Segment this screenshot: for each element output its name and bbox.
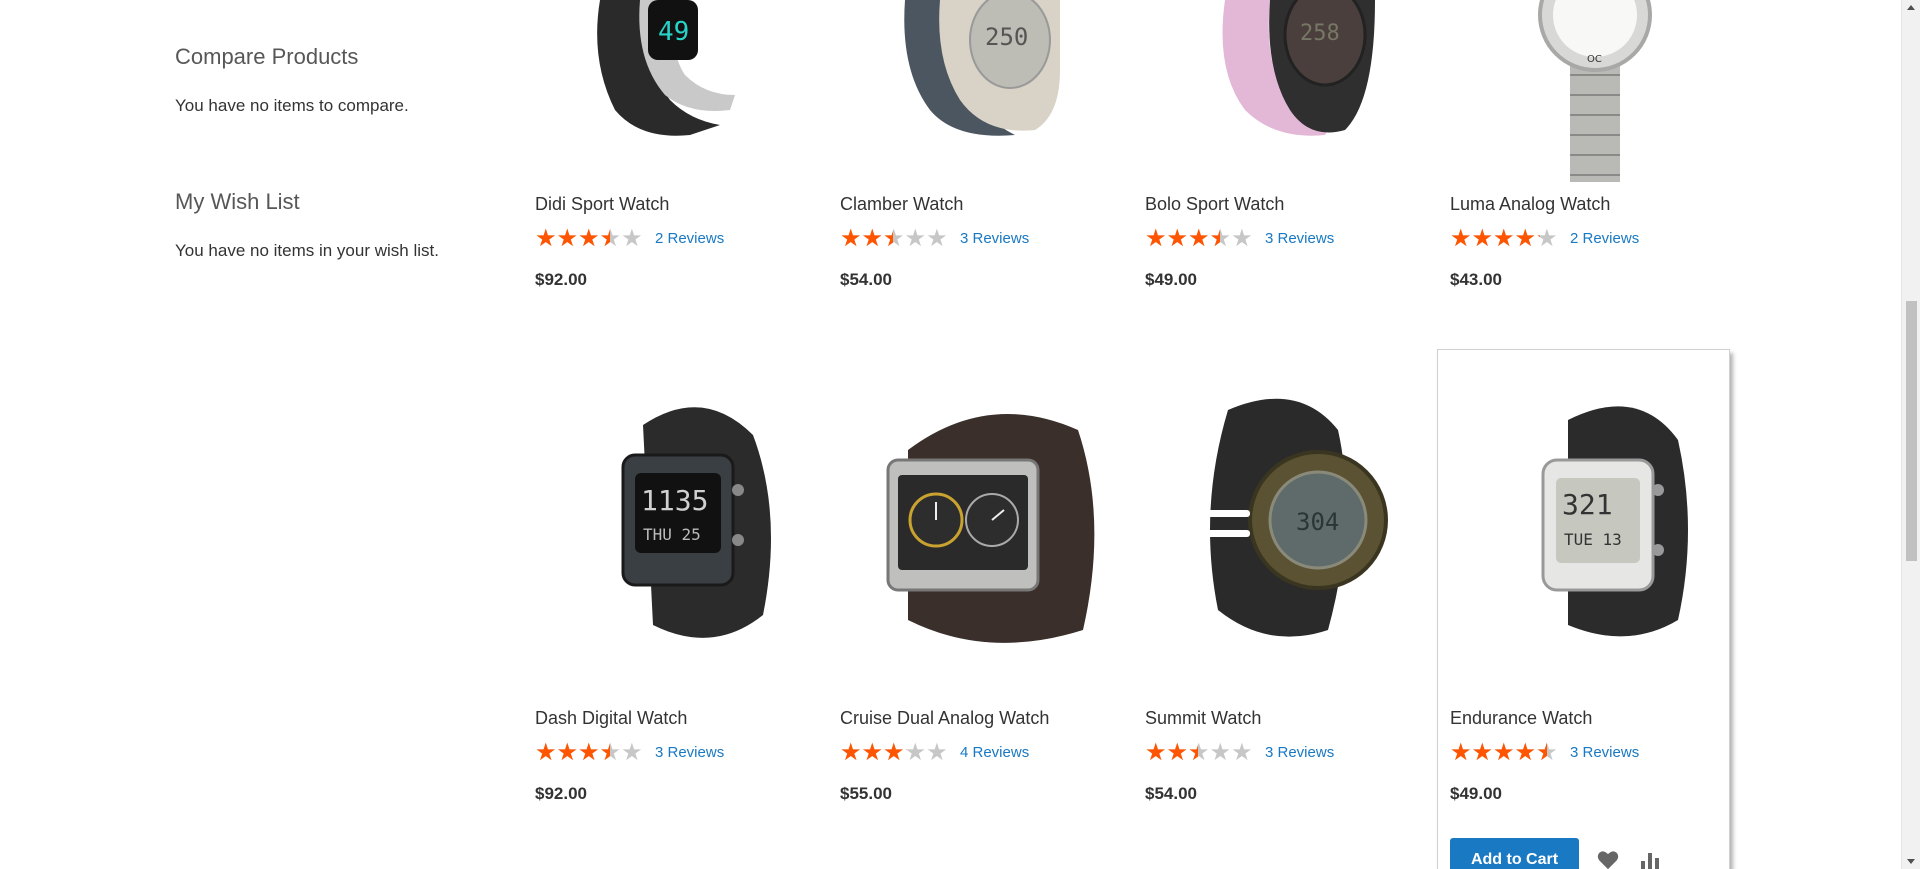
svg-text:250: 250 (985, 23, 1028, 51)
reviews-link[interactable]: 3 Reviews (960, 230, 1029, 247)
product-price: $49.00 (1450, 784, 1502, 803)
reviews-link[interactable]: 3 Reviews (1265, 744, 1334, 761)
product-image[interactable]: 304 (1145, 380, 1440, 660)
svg-text:1135: 1135 (641, 484, 708, 517)
add-to-cart-button[interactable]: Add to Cart (1450, 838, 1579, 869)
scrollbar-thumb[interactable] (1906, 301, 1917, 561)
product-price: $55.00 (840, 784, 892, 803)
svg-text:TUE 13: TUE 13 (1564, 530, 1622, 549)
product-actions: Add to Cart (1450, 838, 1663, 869)
product-rating: ★★★★★ ★★★★★ 2 Reviews (535, 224, 724, 252)
svg-text:THU 25: THU 25 (643, 525, 701, 544)
reviews-link[interactable]: 2 Reviews (1570, 230, 1639, 247)
product-image[interactable]: 250 (840, 0, 1135, 180)
scroll-down-arrow-icon[interactable] (1907, 859, 1915, 864)
bar-chart-icon[interactable] (1637, 847, 1663, 869)
svg-text:OC: OC (1587, 54, 1602, 65)
page-scrollbar[interactable] (1901, 0, 1920, 869)
product-price: $54.00 (840, 270, 892, 289)
product-rating: ★★★★★ ★★★★★ 3 Reviews (1145, 738, 1334, 766)
product-price: $54.00 (1145, 784, 1197, 803)
product-image[interactable]: OC (1450, 0, 1745, 182)
svg-text:321: 321 (1562, 488, 1613, 521)
product-name[interactable]: Cruise Dual Analog Watch (840, 708, 1049, 729)
product-rating: ★★★★★ ★★★★★ 3 Reviews (1450, 738, 1639, 766)
product-image[interactable]: 321 TUE 13 (1450, 380, 1745, 660)
reviews-link[interactable]: 3 Reviews (655, 744, 724, 761)
product-name[interactable]: Luma Analog Watch (1450, 194, 1610, 215)
product-image[interactable]: 1135 THU 25 (535, 380, 830, 660)
reviews-link[interactable]: 2 Reviews (655, 230, 724, 247)
rating-stars: ★★★★★ ★★★★★ (535, 738, 643, 766)
svg-text:49: 49 (658, 17, 689, 47)
heart-icon[interactable] (1595, 847, 1621, 869)
product-price: $92.00 (535, 784, 587, 803)
product-rating: ★★★★★ ★★★★★ 2 Reviews (1450, 224, 1639, 252)
product-image[interactable] (840, 380, 1135, 660)
rating-stars: ★★★★★ ★★★★★ (535, 224, 643, 252)
product-name[interactable]: Didi Sport Watch (535, 194, 669, 215)
product-rating: ★★★★★ ★★★★★ 3 Reviews (535, 738, 724, 766)
product-name[interactable]: Summit Watch (1145, 708, 1261, 729)
product-image[interactable]: 49 (535, 0, 830, 180)
product-price: $43.00 (1450, 270, 1502, 289)
product-price: $49.00 (1145, 270, 1197, 289)
reviews-link[interactable]: 3 Reviews (1265, 230, 1334, 247)
product-name[interactable]: Clamber Watch (840, 194, 963, 215)
product-name[interactable]: Dash Digital Watch (535, 708, 687, 729)
product-rating: ★★★★★ ★★★★★ 3 Reviews (1145, 224, 1334, 252)
svg-text:304: 304 (1296, 508, 1339, 536)
product-grid: 49 Didi Sport Watch ★★★★★ ★★★★★ 2 Review… (0, 0, 1900, 869)
rating-stars: ★★★★★ ★★★★★ (1450, 224, 1558, 252)
rating-stars: ★★★★★ ★★★★★ (1145, 224, 1253, 252)
svg-text:258: 258 (1300, 21, 1340, 46)
product-name[interactable]: Endurance Watch (1450, 708, 1592, 729)
rating-stars: ★★★★★ ★★★★★ (840, 738, 948, 766)
rating-stars: ★★★★★ ★★★★★ (1145, 738, 1253, 766)
rating-stars: ★★★★★ ★★★★★ (1450, 738, 1558, 766)
reviews-link[interactable]: 3 Reviews (1570, 744, 1639, 761)
product-image[interactable]: 258 (1145, 0, 1440, 180)
product-price: $92.00 (535, 270, 587, 289)
rating-stars: ★★★★★ ★★★★★ (840, 224, 948, 252)
product-name[interactable]: Bolo Sport Watch (1145, 194, 1284, 215)
scroll-up-arrow-icon[interactable] (1907, 5, 1915, 10)
reviews-link[interactable]: 4 Reviews (960, 744, 1029, 761)
product-rating: ★★★★★ ★★★★★ 4 Reviews (840, 738, 1029, 766)
product-rating: ★★★★★ ★★★★★ 3 Reviews (840, 224, 1029, 252)
